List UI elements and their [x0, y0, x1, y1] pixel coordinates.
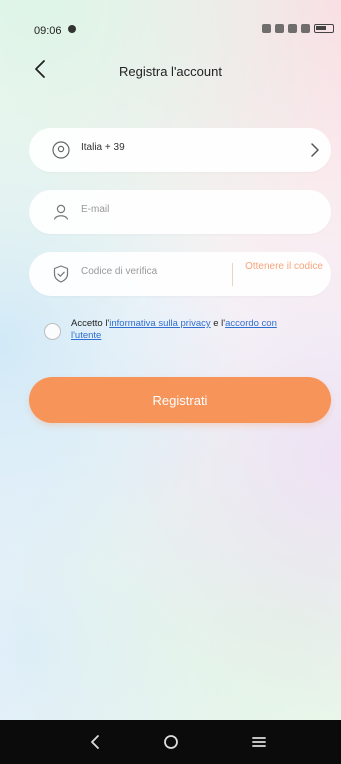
user-agreement-link[interactable]: accordo con — [225, 318, 277, 329]
verification-code-field[interactable]: Codice di verifica Ottenere il codice — [29, 252, 331, 296]
agreement-prefix: Accetto l' — [71, 318, 110, 329]
privacy-policy-link[interactable]: informativa sulla privacy — [109, 318, 210, 329]
agreement-checkbox[interactable] — [44, 323, 61, 340]
agreement-middle: e l' — [210, 318, 226, 329]
shield-check-icon — [51, 264, 71, 284]
user-agreement-link-cont[interactable]: l'utente — [71, 330, 101, 341]
country-selector[interactable]: Italia + 39 — [29, 128, 331, 172]
nav-home-icon[interactable] — [160, 731, 182, 753]
nav-back-icon[interactable] — [85, 731, 107, 753]
nav-menu-icon[interactable] — [248, 731, 270, 753]
register-button[interactable]: Registrati — [29, 377, 331, 423]
battery-icon — [314, 24, 334, 33]
agreement-text: Accetto l'informativa sulla privacy e l'… — [71, 318, 341, 342]
country-value: Italia + 39 — [81, 142, 125, 153]
status-icons — [262, 24, 334, 33]
notification-icon — [68, 25, 76, 33]
system-nav-bar — [0, 720, 341, 764]
vibrate-icon — [262, 24, 271, 33]
status-bar: 09:06 — [0, 0, 341, 37]
register-screen: 09:06 Registra l'account Italia + 39 E-m… — [0, 0, 341, 764]
status-time: 09:06 — [34, 25, 62, 37]
wifi-icon — [288, 24, 297, 33]
bluetooth-icon — [275, 24, 284, 33]
code-placeholder: Codice di verifica — [81, 266, 158, 277]
location-pin-icon — [51, 140, 71, 160]
email-field[interactable]: E-mail — [29, 190, 331, 234]
field-divider — [232, 263, 233, 286]
page-title: Registra l'account — [119, 64, 222, 79]
email-placeholder: E-mail — [81, 204, 110, 215]
chevron-right-icon[interactable] — [307, 140, 323, 160]
signal-icon — [301, 24, 310, 33]
person-icon — [51, 202, 71, 222]
get-code-button[interactable]: Ottenere il codice — [241, 260, 327, 273]
